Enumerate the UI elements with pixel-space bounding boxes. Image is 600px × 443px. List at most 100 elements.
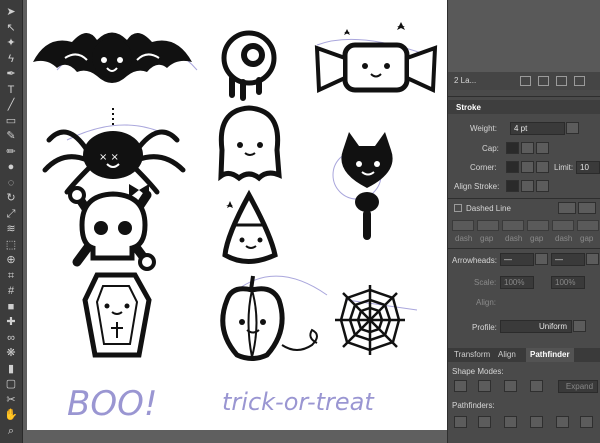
artboard[interactable]: × × BOO! trick-or-treat: [27, 0, 447, 430]
unite-button[interactable]: [454, 380, 467, 392]
shape-modes-label: Shape Modes:: [452, 367, 504, 376]
dash-field[interactable]: [502, 220, 524, 231]
pen-tool-icon[interactable]: ✒: [3, 66, 19, 82]
gap-field[interactable]: [527, 220, 549, 231]
trim-button[interactable]: [478, 416, 491, 428]
start-arrowhead-select[interactable]: —: [500, 253, 534, 266]
limit-label: Limit:: [554, 163, 574, 172]
column-graph-tool-icon[interactable]: ▮: [3, 361, 19, 377]
shape-builder-tool-icon[interactable]: ⊕: [3, 252, 19, 268]
scale-tool-icon[interactable]: ⤢: [3, 206, 19, 222]
skull-icon: [68, 184, 156, 271]
align-inside-button[interactable]: [521, 180, 534, 192]
cap-label: Cap:: [482, 144, 499, 153]
divide-button[interactable]: [454, 416, 467, 428]
profile-select[interactable]: Uniform: [500, 320, 572, 333]
line-tool-icon[interactable]: ╱: [3, 97, 19, 113]
svg-text:× ×: × ×: [99, 152, 119, 163]
dash-field[interactable]: [552, 220, 574, 231]
round-cap-button[interactable]: [521, 142, 534, 154]
start-scale-field[interactable]: 100%: [500, 276, 534, 289]
align-stroke-label: Align Stroke:: [454, 182, 500, 191]
merge-button[interactable]: [504, 416, 517, 428]
gap-field[interactable]: [477, 220, 499, 231]
profile-chevron-icon[interactable]: [573, 320, 586, 332]
end-arrowhead-select[interactable]: —: [551, 253, 585, 266]
tab-align[interactable]: Align: [494, 348, 520, 362]
align-center-button[interactable]: [506, 180, 519, 192]
bat-icon: [33, 32, 192, 83]
spider-icon: × ×: [42, 108, 186, 195]
artboard-tool-icon[interactable]: ▢: [3, 376, 19, 392]
slice-tool-icon[interactable]: ✂: [3, 392, 19, 408]
perspective-grid-tool-icon[interactable]: ⌗: [3, 268, 19, 284]
scale-label: Scale:: [474, 278, 497, 287]
pathfinders-label: Pathfinders:: [452, 401, 495, 410]
gap-label: gap: [480, 234, 494, 243]
magic-wand-tool-icon[interactable]: ✦: [3, 35, 19, 51]
bevel-join-button[interactable]: [536, 161, 549, 173]
corner-label: Corner:: [470, 163, 497, 172]
new-layer-icon[interactable]: [556, 76, 567, 86]
limit-field[interactable]: 10: [576, 161, 600, 174]
end-scale-field[interactable]: 100%: [551, 276, 585, 289]
minus-front-button[interactable]: [478, 380, 491, 392]
artwork: × × BOO! trick-or-treat: [33, 22, 438, 424]
dashed-line-label: Dashed Line: [466, 204, 511, 213]
direct-selection-tool-icon[interactable]: ↖: [3, 20, 19, 36]
preserve-dash-button[interactable]: [558, 202, 576, 214]
layers-panel: [448, 0, 600, 72]
weight-field[interactable]: 4 pt: [510, 122, 565, 135]
tab-pathfinder[interactable]: Pathfinder: [526, 348, 574, 362]
expand-button[interactable]: Expand: [558, 380, 598, 393]
rotate-tool-icon[interactable]: ↻: [3, 190, 19, 206]
eyedropper-tool-icon[interactable]: ✚: [3, 314, 19, 330]
align-outside-button[interactable]: [536, 180, 549, 192]
intersect-button[interactable]: [504, 380, 517, 392]
symbol-sprayer-tool-icon[interactable]: ❋: [3, 345, 19, 361]
blend-tool-icon[interactable]: ∞: [3, 330, 19, 346]
candy-icon: [314, 22, 438, 94]
tab-transform[interactable]: Transform: [450, 348, 494, 362]
zoom-tool-icon[interactable]: ⌕: [3, 423, 19, 439]
selection-tool-icon[interactable]: ➤: [3, 4, 19, 20]
make-clipping-mask-icon[interactable]: [520, 76, 531, 86]
mesh-tool-icon[interactable]: #: [3, 283, 19, 299]
round-join-button[interactable]: [521, 161, 534, 173]
gradient-tool-icon[interactable]: ■: [3, 299, 19, 315]
new-sublayer-icon[interactable]: [538, 76, 549, 86]
minus-back-button[interactable]: [580, 416, 593, 428]
rectangle-tool-icon[interactable]: ▭: [3, 113, 19, 129]
trick-or-treat-sketch-text: trick-or-treat: [222, 388, 375, 416]
dash-field[interactable]: [452, 220, 474, 231]
dash-label: dash: [505, 234, 523, 243]
butt-cap-button[interactable]: [506, 142, 519, 154]
layers-footer: 2 La...: [448, 72, 600, 90]
delete-layer-icon[interactable]: [574, 76, 585, 86]
align-dash-corners-button[interactable]: [578, 202, 596, 214]
dashed-line-checkbox[interactable]: [454, 204, 462, 212]
gap-label: gap: [530, 234, 544, 243]
miter-join-button[interactable]: [506, 161, 519, 173]
start-arrowhead-chevron-icon[interactable]: [535, 253, 548, 265]
outline-button[interactable]: [556, 416, 569, 428]
projecting-cap-button[interactable]: [536, 142, 549, 154]
width-tool-icon[interactable]: ≋: [3, 221, 19, 237]
blob-brush-tool-icon[interactable]: ●: [3, 159, 19, 175]
eraser-tool-icon[interactable]: ◌: [3, 175, 19, 191]
type-tool-icon[interactable]: T: [3, 82, 19, 98]
exclude-button[interactable]: [530, 380, 543, 392]
dash-label: dash: [555, 234, 573, 243]
free-transform-tool-icon[interactable]: ⬚: [3, 237, 19, 253]
stroke-panel-header[interactable]: Stroke: [448, 100, 600, 114]
crop-button[interactable]: [530, 416, 543, 428]
hand-tool-icon[interactable]: ✋: [3, 407, 19, 423]
lasso-tool-icon[interactable]: ϟ: [3, 51, 19, 67]
pencil-tool-icon[interactable]: ✏: [3, 144, 19, 160]
paintbrush-tool-icon[interactable]: ✎: [3, 128, 19, 144]
arrowheads-label: Arrowheads:: [452, 256, 497, 265]
weight-dropdown-chevron-icon[interactable]: [566, 122, 579, 134]
end-arrowhead-chevron-icon[interactable]: [586, 253, 599, 265]
gap-field[interactable]: [577, 220, 599, 231]
profile-label: Profile:: [472, 323, 497, 332]
